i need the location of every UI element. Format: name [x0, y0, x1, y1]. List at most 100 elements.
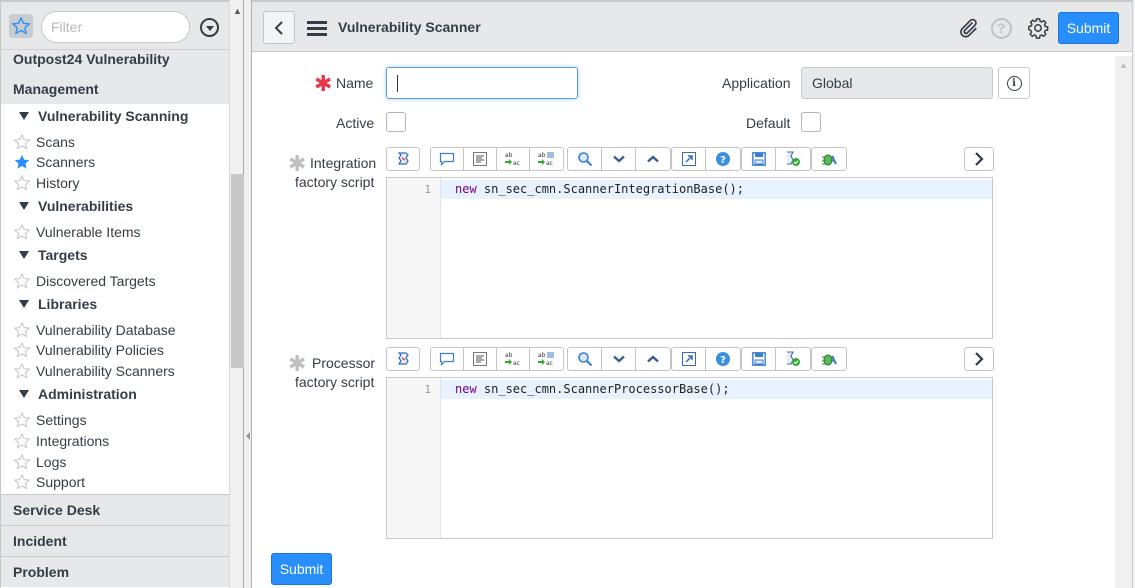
attachment-button[interactable] — [956, 16, 980, 40]
find-next-button[interactable] — [602, 148, 636, 170]
nav-section-label: Administration — [38, 386, 137, 402]
navigator-splitter[interactable] — [244, 0, 252, 588]
code-line[interactable]: new sn_sec_cmn.ScannerProcessorBase(); — [441, 380, 992, 399]
comment-button[interactable] — [431, 348, 464, 370]
fullscreen-button[interactable] — [672, 148, 706, 170]
find-next-button[interactable] — [602, 348, 636, 370]
help-button[interactable]: ? — [989, 16, 1013, 40]
nav-item-settings[interactable]: Settings — [13, 411, 87, 429]
save-script-button[interactable] — [742, 348, 776, 370]
nav-item-support[interactable]: Support — [13, 473, 85, 491]
navigator-scroll-thumb[interactable] — [231, 174, 244, 368]
nav-item-vulnerability-policies[interactable]: Vulnerability Policies — [13, 341, 164, 359]
navigator-filter-input[interactable]: Filter — [41, 11, 190, 43]
nav-item-scanners[interactable]: Scanners — [13, 153, 95, 171]
star-filled-icon[interactable] — [13, 153, 31, 171]
toggle-syntax-editor-button[interactable] — [387, 348, 419, 370]
expand-toolbar-button[interactable] — [964, 347, 994, 371]
nav-section-vulnerability-scanning[interactable]: Vulnerability Scanning — [19, 108, 188, 124]
name-input[interactable] — [386, 67, 578, 99]
expand-toolbar-button[interactable] — [964, 147, 994, 171]
script-help-button[interactable]: ? — [706, 348, 740, 370]
module-service-desk[interactable]: Service Desk — [1, 494, 229, 525]
collapse-arrow-icon[interactable] — [246, 432, 250, 440]
star-outline-icon[interactable] — [13, 341, 31, 359]
svg-text:ac: ac — [513, 160, 520, 167]
nav-item-vulnerable-items[interactable]: Vulnerable Items — [13, 223, 141, 241]
navigator-options-icon[interactable] — [200, 18, 219, 37]
nav-item-logs[interactable]: Logs — [13, 453, 66, 471]
star-outline-icon[interactable] — [13, 411, 31, 429]
save-icon — [751, 352, 766, 366]
module-problem[interactable]: Problem — [1, 556, 229, 587]
star-outline-icon[interactable] — [13, 473, 31, 491]
star-outline-icon[interactable] — [13, 223, 31, 241]
code-line[interactable]: new sn_sec_cmn.ScannerIntegrationBase(); — [441, 180, 992, 199]
fullscreen-button[interactable] — [672, 348, 706, 370]
star-outline-icon[interactable] — [13, 432, 31, 450]
save-script-button[interactable] — [742, 148, 776, 170]
star-outline-icon[interactable] — [13, 453, 31, 471]
debug-script-button[interactable] — [812, 348, 846, 370]
gear-icon — [1028, 18, 1049, 39]
nav-item-discovered-targets[interactable]: Discovered Targets — [13, 272, 156, 290]
scroll-up-icon[interactable]: ▲ — [233, 6, 242, 16]
code-keyword: new — [455, 182, 477, 196]
header-submit-button[interactable]: Submit — [1058, 12, 1119, 44]
star-outline-icon[interactable] — [13, 133, 31, 151]
help-icon: ? — [716, 352, 730, 366]
replace-all-button[interactable]: ab ac — [530, 348, 563, 370]
debug-script-button[interactable] — [812, 148, 846, 170]
toggle-syntax-editor-button[interactable] — [387, 148, 419, 170]
format-code-button[interactable] — [464, 348, 497, 370]
nav-item-vulnerability-database[interactable]: Vulnerability Database — [13, 321, 176, 339]
replace-button[interactable]: ab ac — [497, 148, 530, 170]
toolbar-group — [811, 147, 847, 171]
back-button[interactable] — [263, 11, 295, 44]
content-scrollbar[interactable]: ▲ — [1115, 56, 1132, 588]
svg-text:ab: ab — [538, 152, 546, 159]
replace-button[interactable]: ab ac — [497, 348, 530, 370]
expand-triangle-icon — [19, 251, 29, 259]
validate-icon — [787, 151, 800, 166]
star-outline-icon[interactable] — [13, 362, 31, 380]
line-number: 1 — [424, 383, 431, 396]
find-previous-button[interactable] — [636, 348, 670, 370]
nav-section-administration[interactable]: Administration — [19, 386, 137, 402]
navigator-scrollbar[interactable]: ▲ — [229, 0, 244, 588]
favorites-tab-button[interactable] — [9, 14, 33, 38]
default-checkbox[interactable] — [801, 112, 821, 132]
star-outline-icon[interactable] — [13, 174, 31, 192]
nav-item-vulnerability-scanners[interactable]: Vulnerability Scanners — [13, 362, 175, 380]
context-menu-icon[interactable] — [307, 21, 327, 37]
module-incident[interactable]: Incident — [1, 525, 229, 556]
search-button[interactable] — [568, 348, 602, 370]
personalize-button[interactable] — [1026, 16, 1050, 40]
nav-section-vulnerabilities[interactable]: Vulnerabilities — [19, 198, 133, 214]
application-info-button[interactable]: i — [998, 67, 1030, 99]
find-previous-button[interactable] — [636, 148, 670, 170]
nav-section-libraries[interactable]: Libraries — [19, 296, 97, 312]
comment-button[interactable] — [431, 148, 464, 170]
nav-item-scans[interactable]: Scans — [13, 133, 75, 151]
nav-section-targets[interactable]: Targets — [19, 247, 88, 263]
replace-all-button[interactable]: ab ac — [530, 148, 563, 170]
star-outline-icon[interactable] — [13, 272, 31, 290]
active-checkbox[interactable] — [386, 112, 406, 132]
star-outline-icon[interactable] — [13, 321, 31, 339]
integration-script-editor[interactable]: 1 new sn_sec_cmn.ScannerIntegrationBase(… — [386, 177, 993, 339]
processor-script-editor[interactable]: 1 new sn_sec_cmn.ScannerProcessorBase(); — [386, 377, 993, 539]
svg-text:?: ? — [720, 355, 726, 366]
application-title[interactable]: Outpost24 Vulnerability Management — [1, 50, 229, 104]
scroll-up-icon[interactable]: ▲ — [1119, 60, 1128, 70]
validate-script-button[interactable] — [776, 148, 810, 170]
validate-script-button[interactable] — [776, 348, 810, 370]
script-help-button[interactable]: ? — [706, 148, 740, 170]
nav-item-integrations[interactable]: Integrations — [13, 432, 109, 450]
format-code-button[interactable] — [464, 148, 497, 170]
search-button[interactable] — [568, 148, 602, 170]
code-keyword: new — [455, 382, 477, 396]
toolbar-group: ? — [671, 147, 741, 171]
nav-item-history[interactable]: History — [13, 174, 80, 192]
bottom-submit-button[interactable]: Submit — [271, 553, 332, 585]
